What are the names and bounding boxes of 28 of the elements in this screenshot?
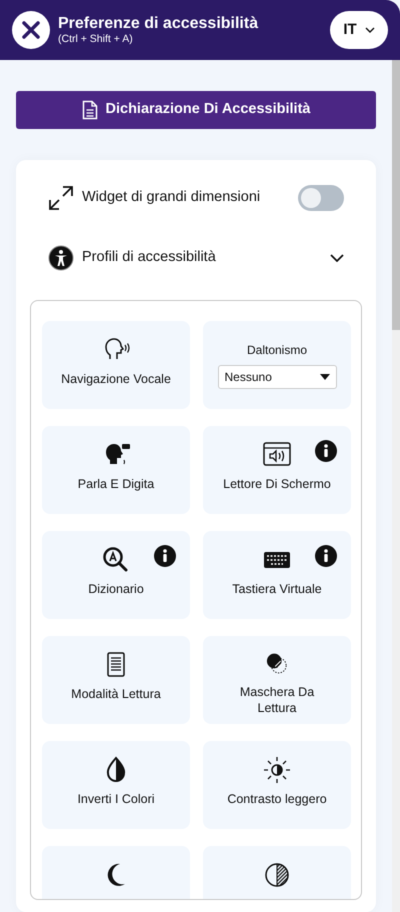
profiles-accordion[interactable]: Profili di accessibilità [30,240,362,276]
dropdown-arrow-icon [320,374,330,380]
language-selector[interactable]: IT [330,11,388,49]
feature-tile[interactable]: Lettore Di Schermo [203,426,351,514]
color-blindness-select[interactable]: Nessuno [218,365,336,389]
panel-title: Preferenze di accessibilità [58,14,260,33]
feature-tile[interactable]: Modalità Lettura [42,636,190,724]
expand-icon [48,185,74,211]
accessibility-person-icon [48,245,74,271]
large-widget-label: Widget di grandi dimensioni [82,188,262,208]
feature-tile[interactable]: Maschera Da Lettura [203,636,351,724]
feature-tile[interactable]: Tastiera Virtuale [203,531,351,619]
sun-half-icon [262,755,292,785]
large-widget-toggle[interactable] [298,185,344,211]
feature-tile[interactable]: Dizionario [42,531,190,619]
chevron-down-icon [364,27,375,33]
document-icon [82,100,98,120]
tile-title: Daltonismo [246,342,308,359]
close-icon [22,21,40,39]
feature-tile[interactable]: Contrasto leggero [203,741,351,829]
accessibility-statement-button[interactable]: Dichiarazione Di Accessibilità [16,91,376,129]
feature-tile[interactable]: Inverti I Colori [42,741,190,829]
shortcut-hint: (Ctrl + Shift + A) [58,32,134,46]
profiles-label: Profili di accessibilità [82,248,217,268]
feature-tile[interactable]: Parla E Digita [42,426,190,514]
feature-tile[interactable]: Navigazione Vocale [42,321,190,409]
scrollbar[interactable] [392,60,400,912]
close-button[interactable] [12,11,50,49]
